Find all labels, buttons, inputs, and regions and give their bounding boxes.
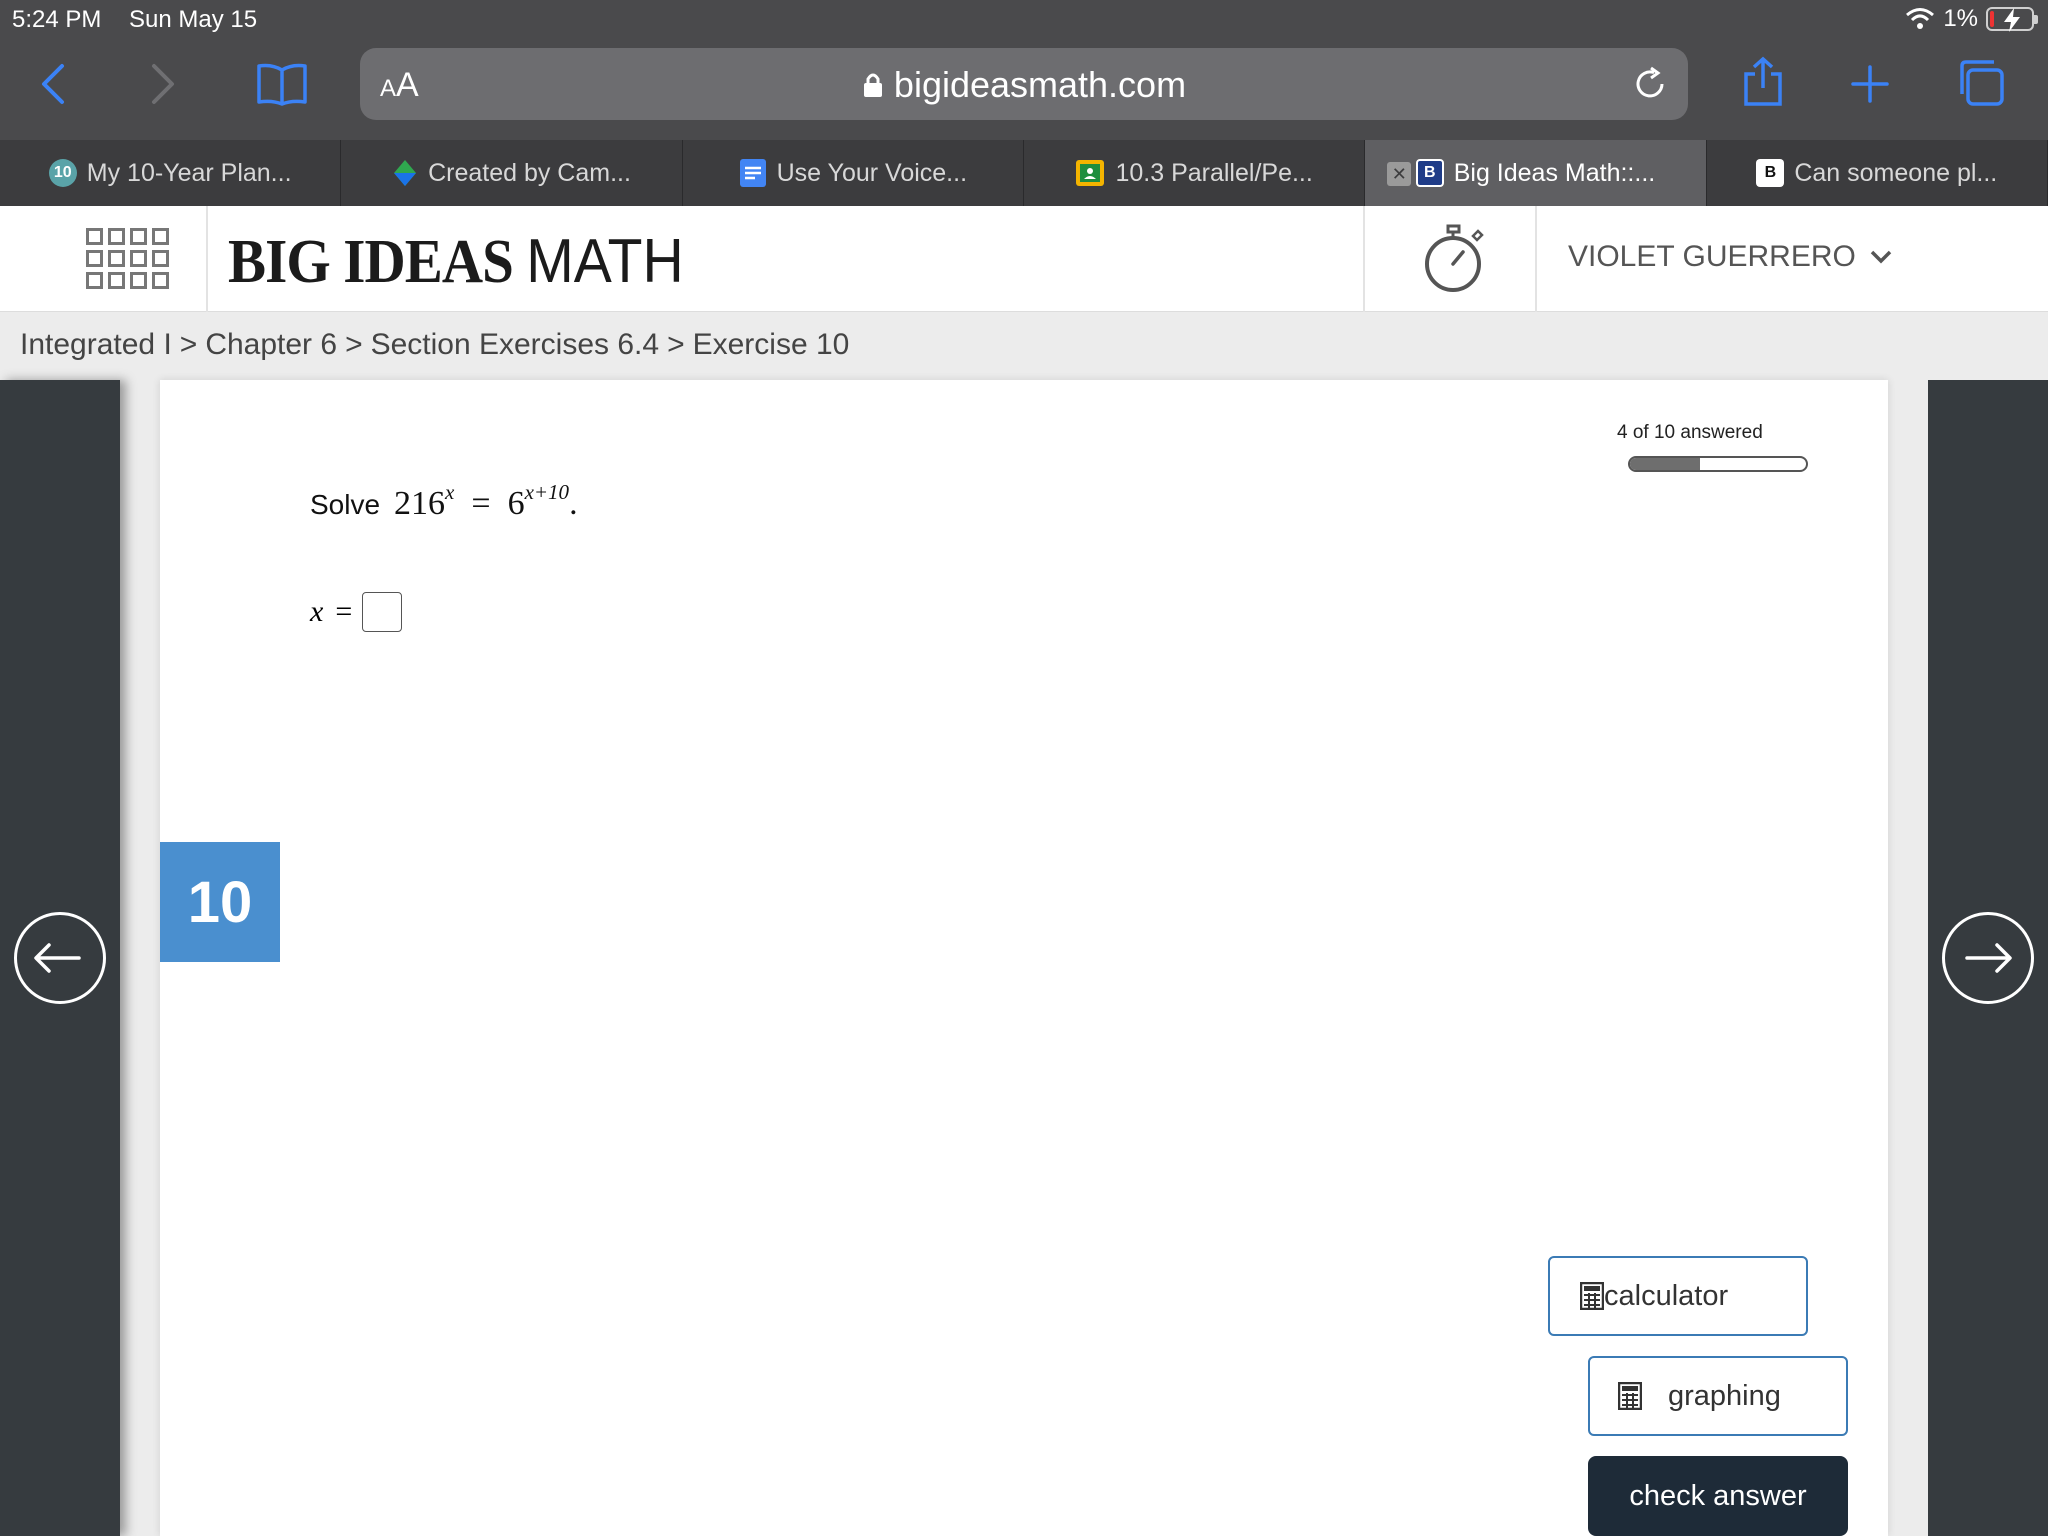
arrow-left-icon <box>34 943 81 973</box>
battery-icon <box>1986 7 2038 32</box>
status-time: 5:24 PM <box>12 6 102 33</box>
breadcrumb: Integrated I > Chapter 6 > Section Exerc… <box>20 328 849 362</box>
chevron-down-icon <box>1870 250 1892 264</box>
tab-10-year-plan[interactable]: 10 My 10-Year Plan... <box>0 140 342 206</box>
drive-icon <box>394 160 417 186</box>
classroom-icon <box>1076 160 1105 186</box>
share-icon[interactable] <box>1742 56 1784 108</box>
graphing-label: graphing <box>1668 1379 1781 1412</box>
status-bar: 5:24 PM Sun May 15 1% <box>0 0 2048 40</box>
progress-label: 4 of 10 answered <box>1617 422 1763 443</box>
wifi-icon <box>1906 8 1935 29</box>
tab-label: Can someone pl... <box>1794 158 1998 187</box>
tab-favicon: 10 <box>48 159 77 187</box>
lock-icon <box>863 73 882 97</box>
answer-equals: = <box>335 595 353 628</box>
tab-can-someone[interactable]: B Can someone pl... <box>1707 140 2048 206</box>
reload-icon[interactable] <box>1632 66 1668 102</box>
tab-label: 10.3 Parallel/Pe... <box>1115 158 1313 187</box>
check-answer-button[interactable]: check answer <box>1588 1456 1848 1536</box>
breadcrumb-chapter[interactable]: Chapter 6 <box>205 328 337 362</box>
answer-input[interactable] <box>362 592 403 632</box>
tab-parallel-perpendicular[interactable]: 10.3 Parallel/Pe... <box>1024 140 1366 206</box>
tab-label: Created by Cam... <box>428 158 631 187</box>
answer-row: x = <box>310 592 403 632</box>
calculator-button[interactable]: calculator <box>1548 1256 1808 1336</box>
next-exercise-rail[interactable] <box>1928 380 2048 1536</box>
answer-variable: x <box>310 595 324 628</box>
tabs-overview-icon[interactable] <box>1956 58 2006 108</box>
tab-created-by-cam[interactable]: Created by Cam... <box>341 140 683 206</box>
exercise-number-badge: 10 <box>160 842 280 962</box>
question-prompt: Solve 216x = 6x+10. <box>310 480 578 523</box>
breadcrumb-section[interactable]: Section Exercises 6.4 <box>371 328 659 362</box>
status-right: 1% <box>1905 5 2038 33</box>
bookmarks-icon[interactable] <box>256 62 308 106</box>
previous-exercise-rail[interactable] <box>0 380 120 1536</box>
tab-label: Big Ideas Math::... <box>1453 158 1656 187</box>
calculator-icon <box>1580 1282 1604 1310</box>
calculator-label: calculator <box>1604 1279 1729 1312</box>
breadcrumb-course[interactable]: Integrated I <box>20 328 172 362</box>
app-launcher-icon[interactable] <box>86 228 170 290</box>
url-text: bigideasmath.com <box>893 64 1187 105</box>
docs-icon <box>739 159 766 187</box>
next-button[interactable] <box>1942 912 2034 1004</box>
close-tab-icon[interactable]: ✕ <box>1387 162 1412 186</box>
tab-favicon: B <box>1756 159 1785 187</box>
tab-label: My 10-Year Plan... <box>86 158 292 187</box>
status-date: Sun May 15 <box>129 6 258 33</box>
previous-button[interactable] <box>14 912 106 1004</box>
url-bar[interactable]: AA bigideasmath.com <box>360 48 1688 120</box>
graphing-calculator-button[interactable]: graphing <box>1588 1356 1848 1436</box>
site-header: BIG IDEAS MATH VIOLET GUERRERO <box>0 206 2048 312</box>
back-icon[interactable] <box>38 62 68 106</box>
prompt-word: Solve <box>310 489 381 520</box>
breadcrumb-separator: > <box>345 328 363 361</box>
forward-icon[interactable] <box>148 62 178 106</box>
question-card: 4 of 10 answered Solve 216x = 6x+10. x =… <box>160 380 1888 1536</box>
arrow-right-icon <box>1965 943 2012 973</box>
breadcrumb-exercise: Exercise 10 <box>692 328 850 361</box>
calculator-icon <box>1618 1382 1642 1410</box>
battery-percent: 1% <box>1943 5 1978 32</box>
tab-label: Use Your Voice... <box>776 158 968 187</box>
progress-bar <box>1628 456 1808 472</box>
breadcrumb-separator: > <box>179 328 198 361</box>
user-menu[interactable]: VIOLET GUERRERO <box>1568 240 1892 274</box>
tab-favicon: B <box>1415 159 1444 187</box>
site-logo: BIG IDEAS MATH <box>228 227 684 296</box>
user-name: VIOLET GUERRERO <box>1568 240 1856 273</box>
new-tab-icon[interactable] <box>1850 64 1890 104</box>
tab-use-your-voice[interactable]: Use Your Voice... <box>683 140 1024 206</box>
browser-tab-strip: 10 My 10-Year Plan... Created by Cam... … <box>0 140 2048 206</box>
tab-big-ideas-math[interactable]: ✕ B Big Ideas Math::... <box>1365 140 1707 206</box>
stopwatch-icon[interactable] <box>1420 224 1490 294</box>
breadcrumb-separator: > <box>667 328 685 361</box>
question-equation: 216x = 6x+10. <box>394 480 578 522</box>
